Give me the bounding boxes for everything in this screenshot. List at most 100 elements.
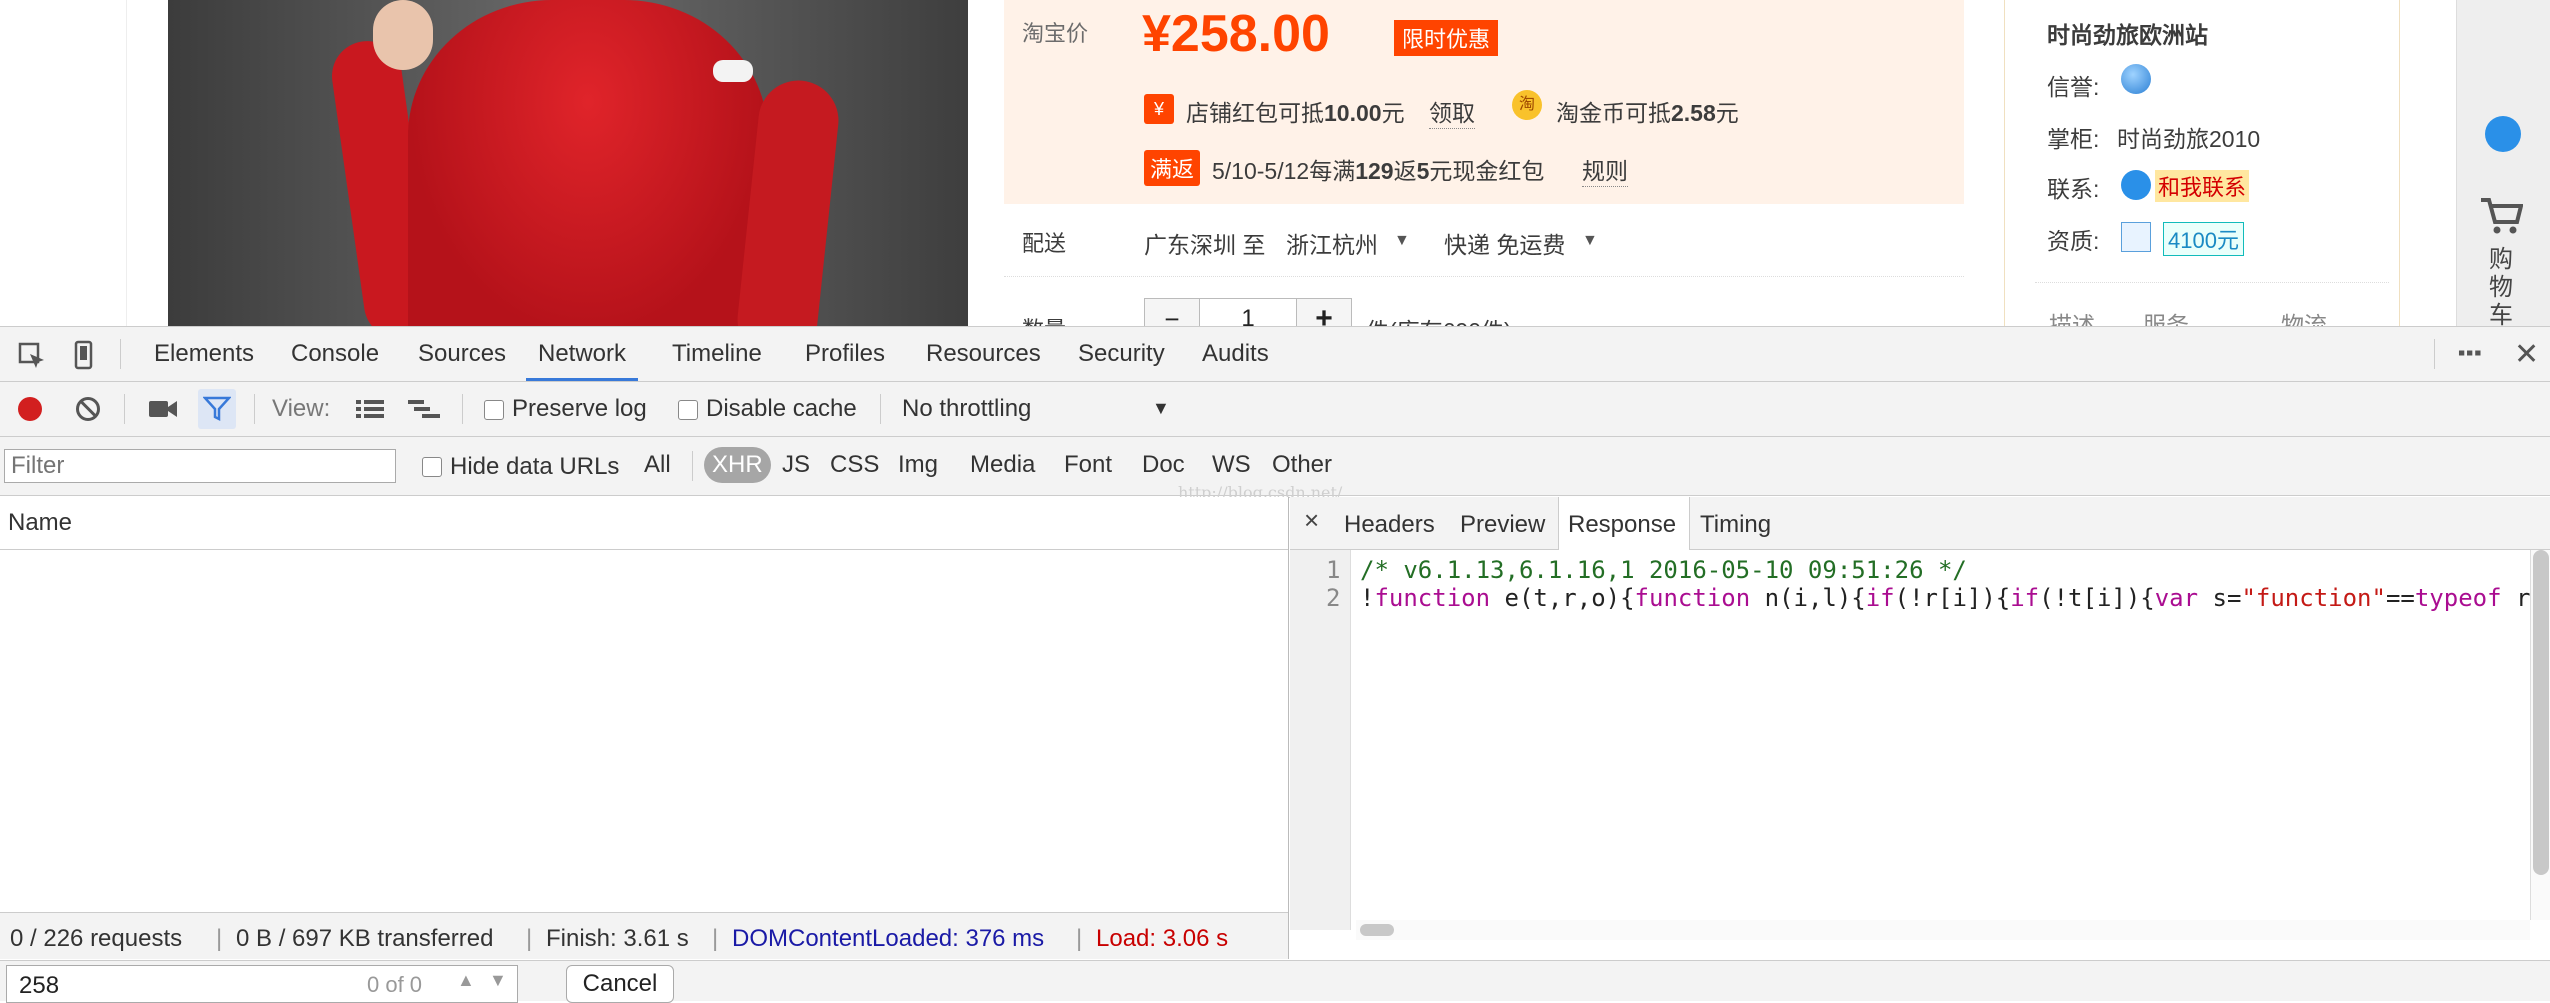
find-cancel-button[interactable]: Cancel <box>566 965 674 1003</box>
close-icon[interactable]: × <box>1304 505 1319 536</box>
devtools-panel: Elements Console Sources Network Timelin… <box>0 326 2550 1003</box>
shop-name[interactable]: 时尚劲旅欧洲站 <box>2047 16 2208 50</box>
promo-box: ¥ 店铺红包可抵10.00元 领取 淘 淘金币可抵2.58元 满返 5/10-5… <box>1004 72 1964 204</box>
tab-sources[interactable]: Sources <box>418 327 506 381</box>
code-token: if <box>2010 584 2040 612</box>
quantity-input[interactable]: 1 <box>1199 298 1297 326</box>
requests-table-header: Name <box>0 497 1288 550</box>
vertical-scrollbar[interactable] <box>2530 550 2550 920</box>
code-token: == <box>2385 584 2415 612</box>
type-filter-img[interactable]: Img <box>898 451 938 479</box>
cart-label[interactable]: 购物车 <box>2489 246 2519 326</box>
network-toolbar: View: Preserve log Disable cache No thro… <box>0 382 2550 437</box>
filter-input[interactable] <box>4 449 396 483</box>
quantity-label: 数量 <box>1022 312 1066 326</box>
coupon-claim-link[interactable]: 领取 <box>1429 94 1475 129</box>
type-filter-media[interactable]: Media <box>970 451 1035 479</box>
type-filter-doc[interactable]: Doc <box>1142 451 1185 479</box>
page-left-border <box>126 0 127 326</box>
code-token: "function" <box>2241 584 2386 612</box>
tab-profiles[interactable]: Profiles <box>805 327 885 381</box>
type-filter-all[interactable]: All <box>644 451 671 479</box>
type-filter-other[interactable]: Other <box>1272 451 1332 479</box>
horizontal-scrollbar[interactable] <box>1356 920 2530 940</box>
requests-list[interactable] <box>0 550 1288 912</box>
separator: | <box>526 925 533 952</box>
wangwang-icon[interactable] <box>2485 116 2521 152</box>
throttling-select[interactable]: No throttling <box>902 395 1031 423</box>
more-options-icon[interactable]: ⋮ <box>2454 339 2485 365</box>
find-input[interactable]: 258 0 of 0 ▲ ▼ <box>6 965 518 1003</box>
load-time: Load: 3.06 s <box>1096 925 1229 952</box>
code-token: ! <box>1360 584 1375 612</box>
tab-headers[interactable]: Headers <box>1344 511 1435 539</box>
divider <box>2035 282 2389 283</box>
scrollbar-thumb[interactable] <box>2533 550 2549 875</box>
hide-data-urls-checkbox[interactable] <box>422 457 442 477</box>
shopping-cart-icon[interactable] <box>2479 196 2523 236</box>
clear-icon[interactable] <box>76 397 100 421</box>
hide-data-urls-label[interactable]: Hide data URLs <box>450 453 619 481</box>
product-photo[interactable] <box>168 0 968 326</box>
split-divider[interactable] <box>1288 497 1289 959</box>
keeper-label: 掌柜: <box>2047 126 2100 152</box>
crown-icon <box>2121 64 2151 94</box>
type-filter-xhr[interactable]: XHR <box>704 447 771 483</box>
find-query: 258 <box>19 972 60 999</box>
red-packet-icon: ¥ <box>1144 94 1174 124</box>
type-filter-css[interactable]: CSS <box>830 451 879 479</box>
list-view-icon[interactable] <box>356 398 384 420</box>
disable-cache-checkbox[interactable] <box>678 400 698 420</box>
video-camera-icon[interactable] <box>148 398 178 420</box>
inspect-element-icon[interactable] <box>18 342 46 370</box>
tab-security[interactable]: Security <box>1078 327 1165 381</box>
stock-text: 件(库存690件) <box>1366 312 1512 326</box>
delivery-destination-dropdown[interactable]: 浙江杭州 <box>1286 226 1378 260</box>
code-token: n(i,l){ <box>1750 584 1866 612</box>
tab-network[interactable]: Network <box>526 327 638 381</box>
device-mode-icon[interactable] <box>74 340 94 370</box>
code-token: typeof <box>2414 584 2502 612</box>
find-next-icon[interactable]: ▼ <box>489 970 507 991</box>
quantity-minus-button[interactable]: − <box>1144 298 1200 326</box>
price-box: 淘宝价 ¥258.00 限时优惠 <box>1004 0 1964 72</box>
separator <box>254 394 255 424</box>
record-icon[interactable] <box>18 397 42 421</box>
type-filter-js[interactable]: JS <box>782 451 810 479</box>
tab-preview[interactable]: Preview <box>1460 511 1545 539</box>
preserve-log-checkbox[interactable] <box>484 400 504 420</box>
tab-elements[interactable]: Elements <box>154 327 254 381</box>
tab-audits[interactable]: Audits <box>1202 327 1269 381</box>
network-status-bar: 0 / 226 requests | 0 B / 697 KB transfer… <box>0 912 1288 959</box>
scrollbar-thumb[interactable] <box>1360 924 1394 936</box>
code-token: (!t[i]){ <box>2039 584 2155 612</box>
find-prev-icon[interactable]: ▲ <box>457 970 475 991</box>
waterfall-view-icon[interactable] <box>408 398 440 420</box>
code-token: function <box>1374 584 1491 612</box>
tab-response[interactable]: Response <box>1568 511 1676 539</box>
tab-console[interactable]: Console <box>291 327 379 381</box>
disable-cache-label[interactable]: Disable cache <box>706 395 857 423</box>
name-column-header[interactable]: Name <box>8 509 72 537</box>
view-label: View: <box>272 395 331 422</box>
rules-link[interactable]: 规则 <box>1582 152 1628 187</box>
chevron-down-icon: ▼ <box>1394 232 1410 249</box>
limited-offer-badge: 限时优惠 <box>1394 20 1499 56</box>
tab-timeline[interactable]: Timeline <box>672 327 762 381</box>
quantity-plus-button[interactable]: + <box>1296 298 1352 326</box>
shipping-method-dropdown[interactable]: 快递 免运费 <box>1444 226 1565 260</box>
type-filter-ws[interactable]: WS <box>1212 451 1251 479</box>
tab-timing[interactable]: Timing <box>1700 511 1771 539</box>
preserve-log-label[interactable]: Preserve log <box>512 395 647 423</box>
close-devtools-icon[interactable]: ✕ <box>2514 337 2539 372</box>
contact-label: 联系: <box>2047 176 2100 202</box>
separator <box>692 451 693 481</box>
chevron-down-icon[interactable]: ▼ <box>1152 398 1170 419</box>
response-code-viewer[interactable]: 1 2 /* v6.1.13,6.1.16,1 2016-05-10 09:51… <box>1290 550 2530 930</box>
contact-me-link[interactable]: 和我联系 <box>2155 170 2250 202</box>
deposit-badge[interactable]: 4100元 <box>2163 222 2244 256</box>
keeper-name[interactable]: 时尚劲旅2010 <box>2117 120 2260 154</box>
tab-resources[interactable]: Resources <box>926 327 1041 381</box>
type-filter-font[interactable]: Font <box>1064 451 1112 479</box>
filter-icon[interactable] <box>203 396 231 422</box>
